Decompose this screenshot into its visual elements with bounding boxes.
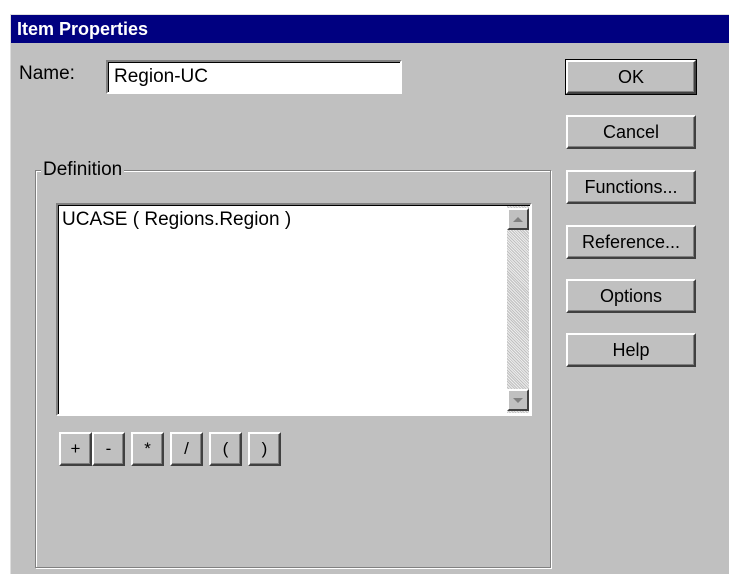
- item-properties-dialog: Item Properties Name: Region-UC OK Cance…: [10, 14, 729, 574]
- operator-minus-button[interactable]: -: [92, 432, 125, 466]
- scroll-down-button[interactable]: [507, 389, 529, 411]
- definition-group-label: Definition: [41, 159, 125, 181]
- options-button[interactable]: Options: [566, 279, 696, 313]
- name-input[interactable]: Region-UC: [106, 60, 402, 94]
- definition-scrollbar[interactable]: [507, 206, 529, 413]
- help-button[interactable]: Help: [566, 333, 696, 367]
- scroll-up-button[interactable]: [507, 208, 529, 230]
- operator-open-paren-button[interactable]: (: [209, 432, 242, 466]
- operator-plus-button[interactable]: +: [59, 432, 92, 466]
- functions-button[interactable]: Functions...: [566, 170, 696, 204]
- definition-text: UCASE ( Regions.Region ): [62, 209, 292, 230]
- operator-divide-button[interactable]: /: [170, 432, 203, 466]
- arrow-up-icon: [513, 216, 523, 222]
- name-label: Name:: [19, 63, 75, 84]
- cancel-button[interactable]: Cancel: [566, 115, 696, 149]
- ok-button[interactable]: OK: [565, 59, 697, 95]
- arrow-down-icon: [513, 397, 523, 403]
- title-bar: Item Properties: [11, 15, 729, 43]
- operator-close-paren-button[interactable]: ): [248, 432, 281, 466]
- reference-button[interactable]: Reference...: [566, 225, 696, 259]
- definition-textarea[interactable]: UCASE ( Regions.Region ): [56, 203, 532, 416]
- operator-multiply-button[interactable]: *: [131, 432, 164, 466]
